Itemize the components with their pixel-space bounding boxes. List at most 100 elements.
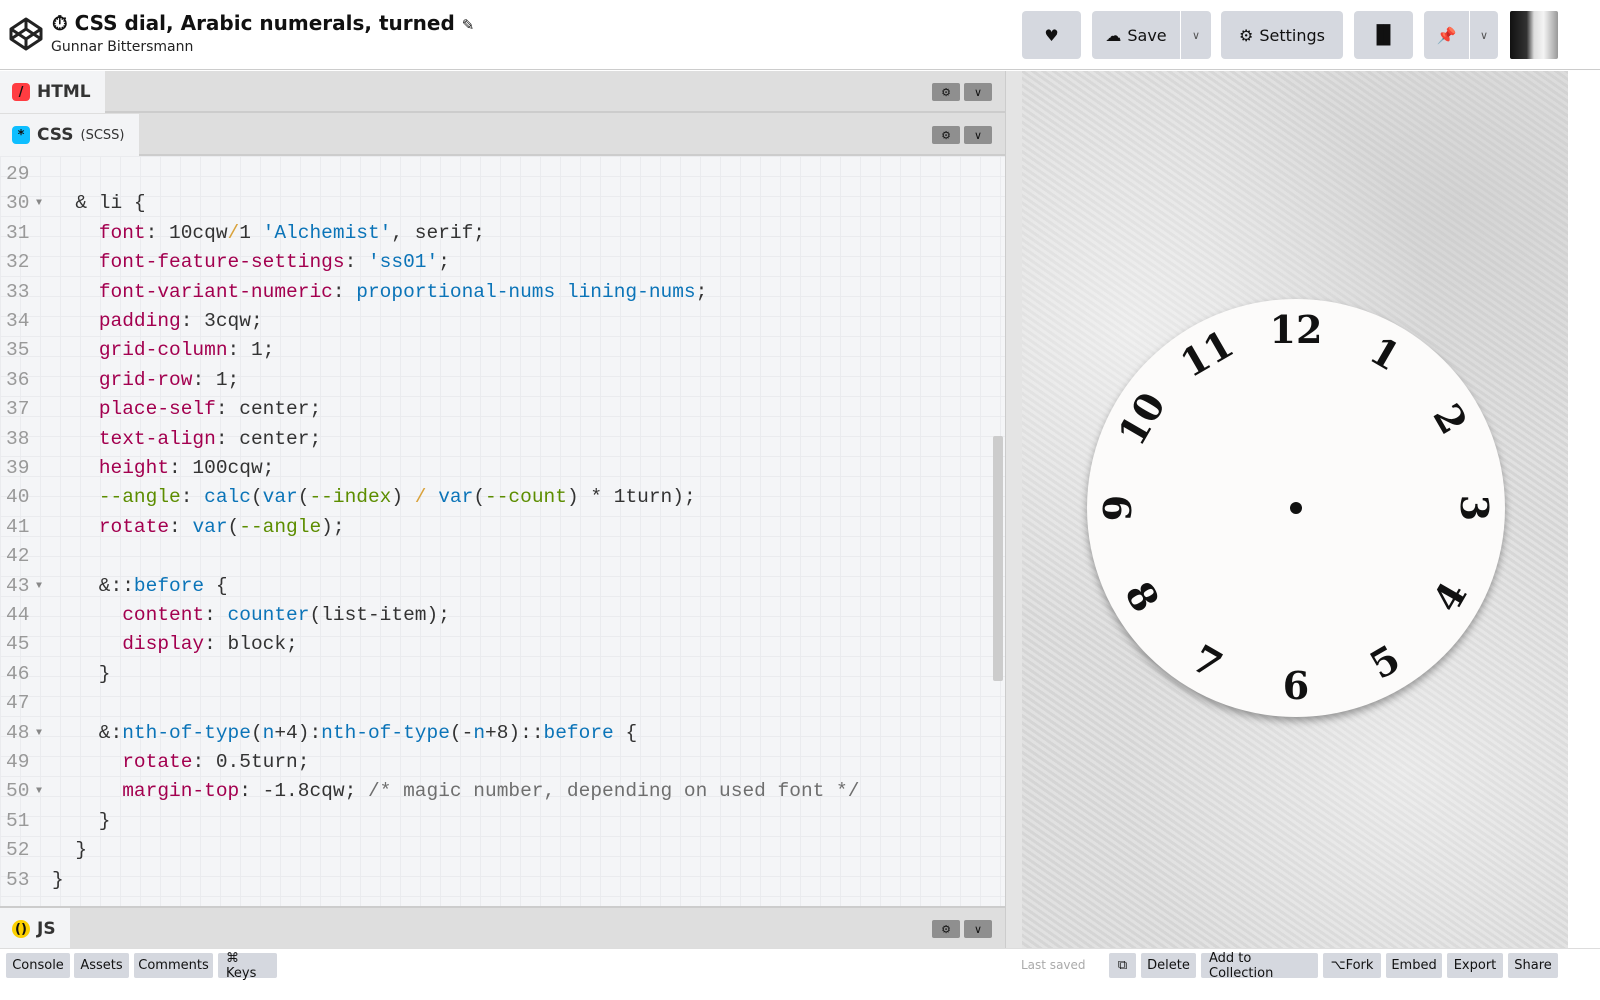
- code-line[interactable]: 49 rotate: 0.5turn;: [0, 748, 990, 777]
- code-text: }: [52, 660, 111, 689]
- save-dropdown-button[interactable]: ∨: [1180, 11, 1211, 59]
- add-to-collection-button[interactable]: Add to Collection: [1201, 951, 1318, 981]
- edit-pencil-icon[interactable]: ✎: [462, 16, 475, 34]
- code-line[interactable]: 53}: [0, 866, 990, 895]
- pen-title[interactable]: ⏱ CSS dial, Arabic numerals, turned ✎: [52, 11, 474, 35]
- tab-html[interactable]: / HTML: [0, 71, 105, 113]
- code-line[interactable]: 29: [0, 160, 990, 189]
- code-line[interactable]: 31 font: 10cqw/1 'Alchemist', serif;: [0, 219, 990, 248]
- code-token: before: [543, 721, 614, 744]
- fold-arrow-icon[interactable]: ▼: [36, 719, 42, 748]
- code-line[interactable]: 42: [0, 542, 990, 571]
- code-line[interactable]: 50 ▼ margin-top: -1.8cqw; /* magic number…: [0, 777, 990, 806]
- code-line[interactable]: 30 ▼ & li {: [0, 189, 990, 218]
- keys-button[interactable]: ⌘ Keys: [218, 951, 277, 981]
- code-line[interactable]: 35 grid-column: 1;: [0, 336, 990, 365]
- author-name[interactable]: Gunnar Bittersmann: [51, 39, 193, 55]
- code-line[interactable]: 43 ▼ &::before {: [0, 572, 990, 601]
- code-token: : -1.8cqw;: [239, 780, 368, 803]
- pin-button[interactable]: 📌: [1424, 11, 1469, 59]
- avatar[interactable]: [1510, 11, 1558, 59]
- css-code-editor[interactable]: 29 30 ▼ & li {31 font: 10cqw/1 'Alchemist'…: [0, 156, 1005, 906]
- pane-settings-button[interactable]: ⚙: [932, 83, 960, 101]
- code-text: }: [52, 836, 87, 865]
- pin-dropdown-button[interactable]: ∨: [1469, 11, 1498, 59]
- code-line[interactable]: 34 padding: 3cqw;: [0, 307, 990, 336]
- pane-collapse-button[interactable]: ∨: [964, 920, 992, 938]
- code-token: place-self: [98, 398, 216, 421]
- stopwatch-icon: ⏱: [52, 11, 68, 35]
- code-line[interactable]: 39 height: 100cqw;: [0, 454, 990, 483]
- code-text: place-self: center;: [52, 395, 321, 424]
- code-token: counter: [227, 604, 310, 626]
- code-line[interactable]: 33 font-variant-numeric: proportional-nu…: [0, 278, 990, 307]
- line-number: 34: [6, 310, 30, 332]
- code-text: text-align: center;: [52, 425, 321, 454]
- like-button[interactable]: ♥: [1022, 11, 1081, 59]
- open-external-button[interactable]: ⧉: [1109, 953, 1136, 978]
- js-icon: (): [12, 920, 30, 938]
- save-button[interactable]: ☁ Save: [1092, 11, 1180, 59]
- code-scrollbar[interactable]: [993, 436, 1003, 681]
- code-line[interactable]: 38 text-align: center;: [0, 425, 990, 454]
- resize-divider[interactable]: [1005, 71, 1022, 948]
- code-line[interactable]: 41 rotate: var(--angle);: [0, 513, 990, 542]
- pane-settings-button[interactable]: ⚙: [932, 126, 960, 144]
- tab-js[interactable]: () JS: [0, 908, 70, 950]
- comments-button[interactable]: Comments: [134, 953, 213, 978]
- code-line[interactable]: 40 --angle: calc(var(--index) / var(--co…: [0, 483, 990, 512]
- assets-button[interactable]: Assets: [74, 953, 129, 978]
- code-token: ;: [438, 251, 450, 274]
- code-token: ): [391, 486, 415, 509]
- code-text: &::before {: [52, 572, 228, 601]
- code-line[interactable]: 47: [0, 689, 990, 718]
- code-token: var: [426, 486, 474, 509]
- code-text: rotate: 0.5turn;: [52, 748, 309, 777]
- embed-button[interactable]: Embed: [1386, 953, 1442, 978]
- fold-arrow-icon[interactable]: ▼: [36, 572, 42, 601]
- code-token: {: [204, 574, 228, 597]
- export-button[interactable]: Export: [1447, 953, 1503, 978]
- tab-css[interactable]: * CSS (SCSS): [0, 114, 139, 156]
- change-view-button[interactable]: ▐▌: [1354, 11, 1413, 59]
- code-token: );: [321, 515, 345, 538]
- pane-settings-button[interactable]: ⚙: [932, 920, 960, 938]
- fold-arrow-icon[interactable]: ▼: [36, 189, 42, 218]
- code-line[interactable]: 46 }: [0, 660, 990, 689]
- delete-button[interactable]: Delete: [1141, 953, 1196, 978]
- line-number: 35: [6, 339, 30, 362]
- code-token: before: [133, 574, 205, 597]
- code-token: (: [227, 515, 240, 538]
- code-text: content: counter(list-item);: [52, 601, 450, 630]
- css-pane-header: * CSS (SCSS) ⚙ ∨: [0, 114, 1005, 156]
- code-line[interactable]: 37 place-self: center;: [0, 395, 990, 424]
- share-button[interactable]: Share: [1508, 953, 1558, 978]
- numeral-text: 12: [1269, 307, 1323, 352]
- console-button[interactable]: Console: [6, 953, 70, 978]
- code-line[interactable]: 48 ▼ &:nth-of-type(n+4):nth-of-type(-n+8)…: [0, 719, 990, 748]
- pane-collapse-button[interactable]: ∨: [964, 126, 992, 144]
- code-token: : block;: [204, 633, 298, 656]
- fork-button[interactable]: ⌥ Fork: [1323, 953, 1381, 978]
- code-token: : 1;: [227, 339, 275, 362]
- code-line[interactable]: 51 }: [0, 807, 990, 836]
- pane-collapse-button[interactable]: ∨: [964, 83, 992, 101]
- code-line[interactable]: 32 font-feature-settings: 'ss01';: [0, 248, 990, 277]
- layout-icon: ▐▌: [1369, 24, 1398, 46]
- code-text: }: [52, 866, 64, 895]
- codepen-logo-icon[interactable]: [8, 16, 44, 52]
- code-line[interactable]: 45 display: block;: [0, 630, 990, 659]
- code-line[interactable]: 52 }: [0, 836, 990, 865]
- code-token: :: [169, 515, 193, 538]
- code-token: : 0.5turn;: [192, 751, 310, 773]
- fold-arrow-icon[interactable]: ▼: [36, 777, 42, 806]
- code-line[interactable]: 36 grid-row: 1;: [0, 366, 990, 395]
- code-token: proportional-nums lining-nums: [356, 280, 696, 303]
- settings-button[interactable]: ⚙ Settings: [1221, 11, 1343, 59]
- code-token: --index: [309, 486, 392, 509]
- code-line[interactable]: 44 content: counter(list-item);: [0, 601, 990, 630]
